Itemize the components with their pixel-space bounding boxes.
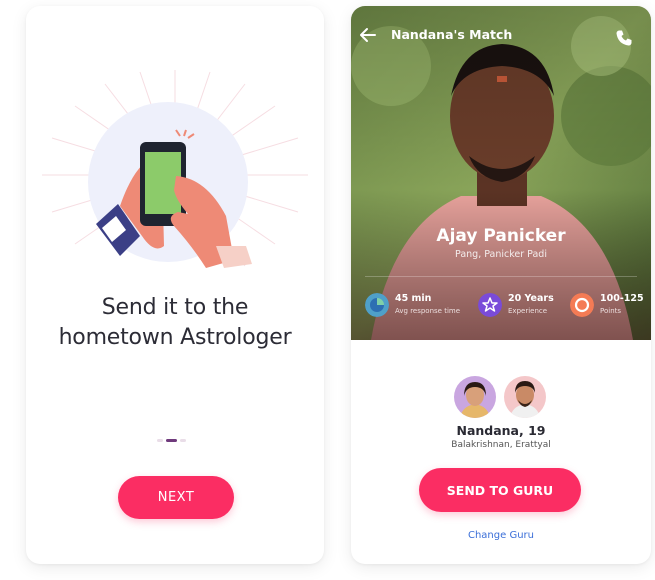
page-dot-active — [166, 438, 177, 442]
page-indicator — [157, 437, 186, 443]
phone-icon[interactable] — [615, 29, 633, 47]
astrologer-portrait — [351, 6, 651, 340]
onboarding-title: Send it to the hometown Astrologer — [26, 293, 324, 353]
astrologer-name: Ajay Panicker — [436, 226, 566, 246]
divider — [365, 276, 637, 277]
phone-hand-illustration — [88, 102, 252, 268]
user-name: Nandana, 19 — [456, 423, 546, 438]
user-avatar-image — [454, 376, 496, 418]
top-bar: Nandana's Match — [351, 6, 651, 52]
astrologer-photo: Nandana's Match Ajay Panicker Pang, Pani… — [351, 6, 651, 340]
points-ring-icon — [570, 293, 594, 317]
match-card: Nandana's Match Ajay Panicker Pang, Pani… — [351, 6, 651, 564]
match-avatar-image — [504, 376, 546, 418]
astrologer-location: Pang, Panicker Padi — [455, 249, 547, 260]
title-line-1: Send it to the — [101, 295, 249, 320]
stat-value: 45 min — [395, 293, 432, 304]
back-arrow-icon[interactable] — [359, 26, 377, 44]
stat-label: Experience — [508, 307, 548, 315]
stat-value: 20 Years — [508, 293, 554, 304]
page-dot — [180, 438, 186, 442]
send-to-guru-button[interactable]: SEND TO GURU — [419, 468, 581, 512]
onboarding-card: Send it to the hometown Astrologer NEXT — [26, 6, 324, 564]
stat-label: Avg response time — [395, 307, 461, 315]
clock-icon — [365, 293, 389, 317]
match-avatar — [504, 376, 546, 418]
next-button[interactable]: NEXT — [118, 476, 234, 519]
star-badge-icon — [478, 293, 502, 317]
change-guru-link[interactable]: Change Guru — [351, 530, 651, 541]
user-location: Balakrishnan, Erattyal — [451, 440, 551, 450]
title-line-2: hometown Astrologer — [58, 325, 292, 350]
stat-value: 100-125 — [600, 293, 644, 304]
page-dot — [157, 438, 163, 442]
stat-label: Points — [600, 307, 622, 315]
header-title: Nandana's Match — [391, 27, 513, 42]
user-avatar — [454, 376, 496, 418]
